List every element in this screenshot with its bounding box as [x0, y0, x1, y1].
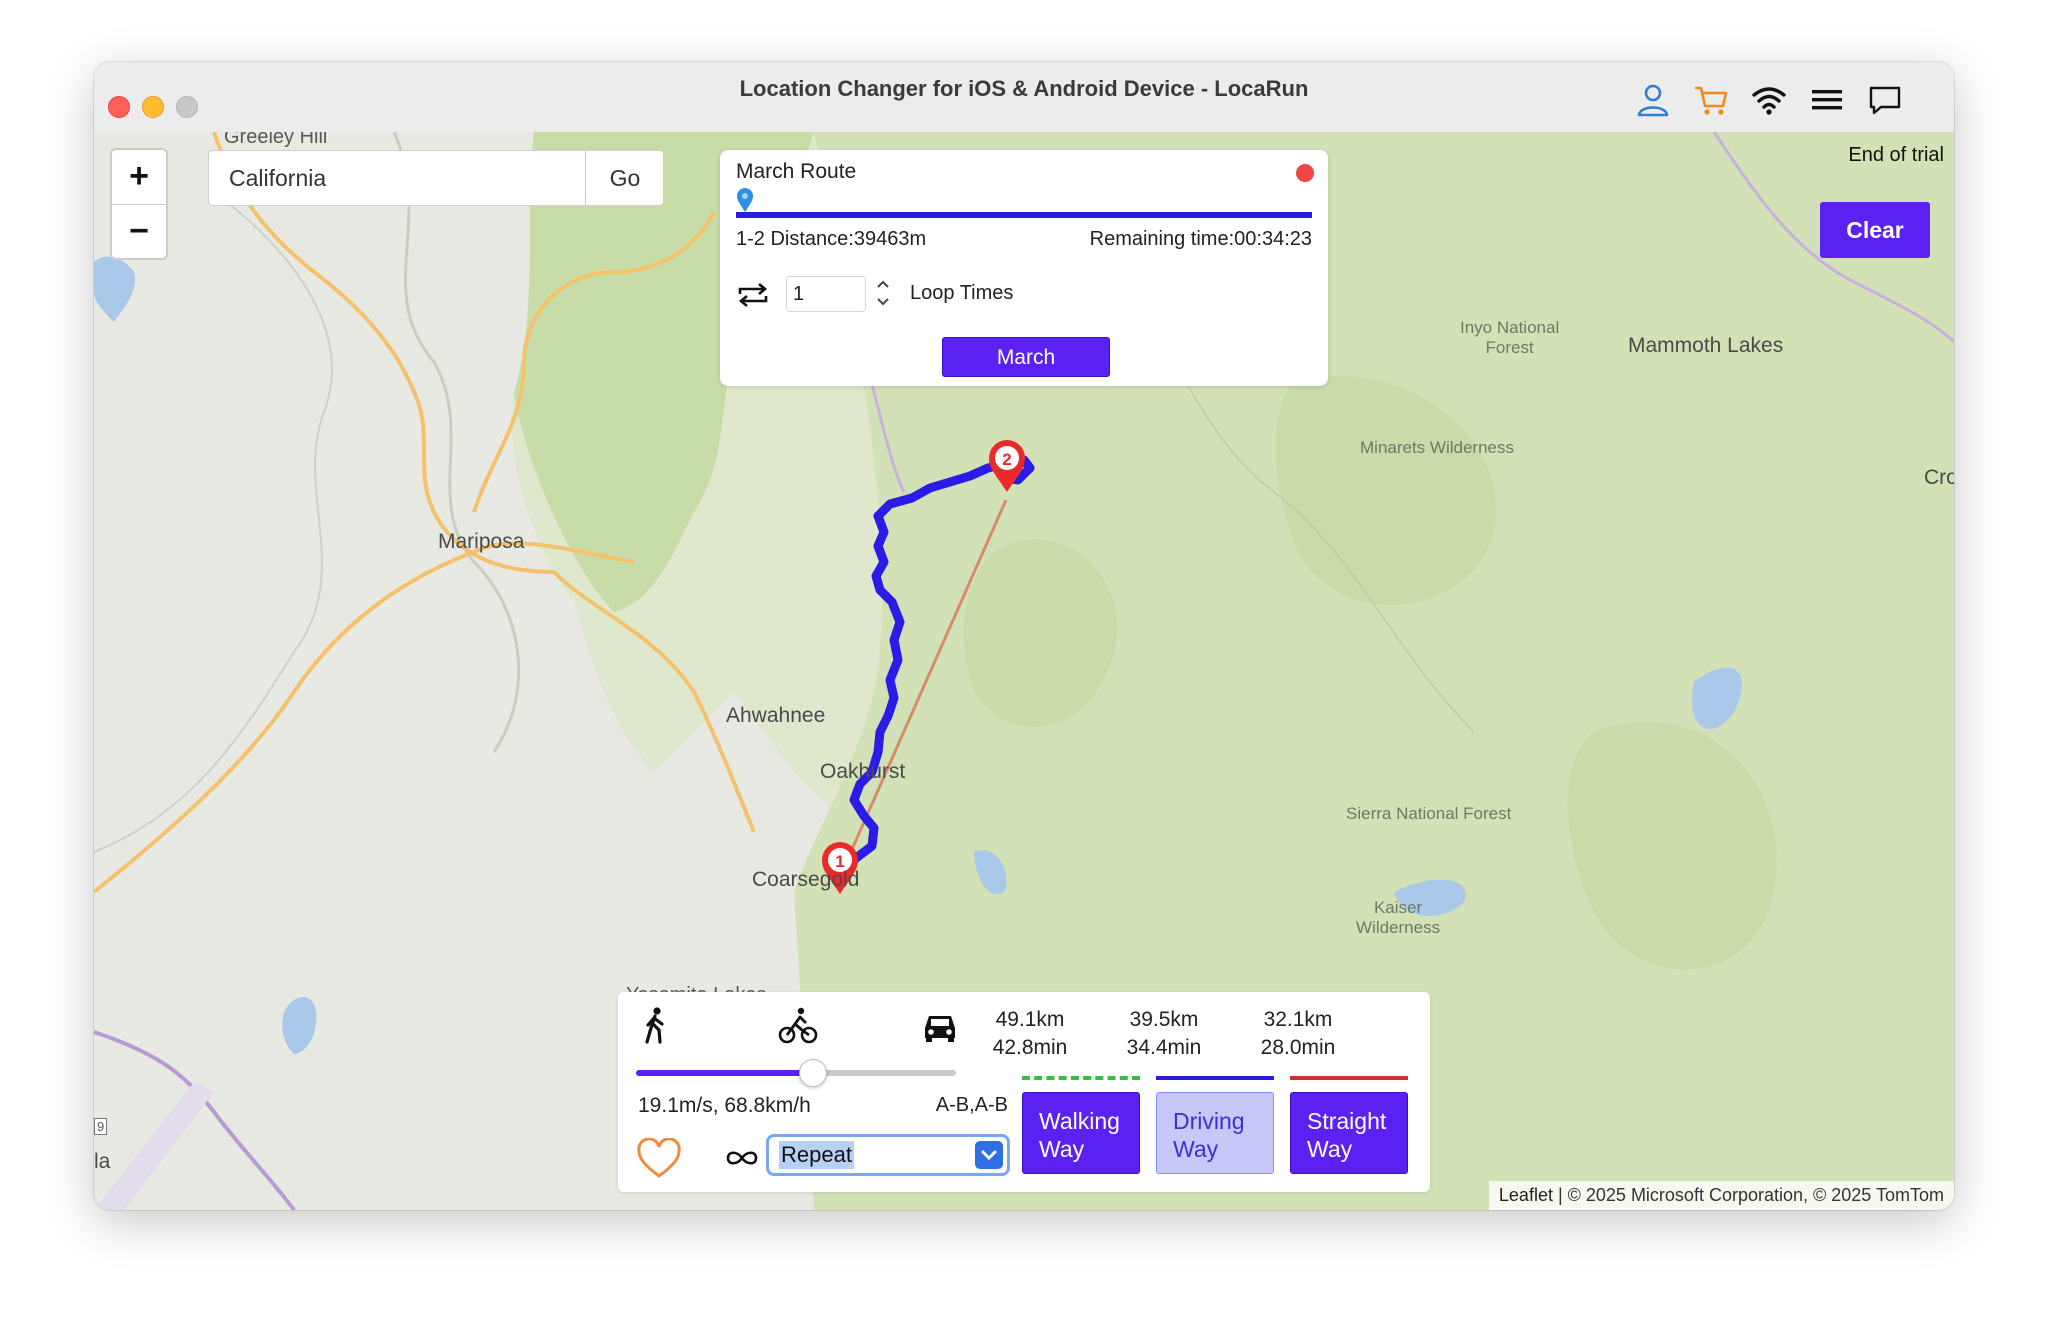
route-panel-title: March Route: [736, 160, 857, 183]
zoom-out-button[interactable]: −: [112, 205, 166, 258]
title-bar: Location Changer for iOS & Android Devic…: [94, 62, 1954, 133]
straight-route-legend-line: [1290, 1076, 1408, 1080]
loop-times-stepper[interactable]: [872, 274, 894, 312]
record-indicator-icon: [1296, 164, 1314, 182]
remaining-time: Remaining time:00:34:23: [1089, 228, 1312, 250]
wifi-icon[interactable]: [1750, 82, 1788, 118]
map-label-sierra-forest: Sierra National Forest: [1346, 804, 1512, 823]
map-label-mariposa: Mariposa: [438, 530, 525, 553]
loop-times-input[interactable]: [786, 276, 866, 312]
walking-way-label-2: Way: [1039, 1136, 1085, 1162]
location-search: Go: [208, 150, 664, 206]
route-pattern: A-B,A-B: [935, 1094, 1008, 1116]
driving-route-distance: 39.5km: [1129, 1008, 1199, 1031]
speed-slider[interactable]: [636, 1059, 956, 1087]
straight-way-label-1: Straight: [1307, 1108, 1387, 1134]
clear-button[interactable]: Clear: [1820, 202, 1930, 258]
driving-way-label-1: Driving: [1173, 1108, 1245, 1134]
leaflet-link[interactable]: Leaflet: [1499, 1185, 1553, 1205]
map-route-shield: 9: [94, 1118, 108, 1135]
straight-way-button[interactable]: Straight Way: [1290, 1092, 1408, 1174]
heart-icon[interactable]: [636, 1137, 682, 1180]
map-attribution: Leaflet | © 2025 Microsoft Corporation, …: [1488, 1181, 1954, 1210]
repeat-mode-select[interactable]: Repeat: [766, 1134, 1010, 1176]
map-label-minarets: Minarets Wilderness: [1360, 438, 1514, 457]
map-label-coarsegold: Coarsegold: [752, 868, 860, 891]
attribution-text: | © 2025 Microsoft Corporation, © 2025 T…: [1552, 1185, 1944, 1205]
map-label-mammoth-lakes: Mammoth Lakes: [1628, 334, 1784, 357]
map-label-la: la: [94, 1150, 111, 1173]
map-label-inyo-forest: Inyo National Forest: [1460, 318, 1560, 357]
driving-way-label-2: Way: [1173, 1136, 1219, 1162]
driving-route-legend-line: [1156, 1076, 1274, 1080]
movement-panel: 19.1m/s, 68.8km/h A-B,A-B Repeat 49.1km …: [618, 992, 1430, 1192]
app-window: Location Changer for iOS & Android Devic…: [94, 62, 1954, 1210]
map-label-oakhurst: Oakhurst: [820, 760, 906, 783]
bike-icon[interactable]: [778, 1006, 818, 1046]
chevron-down-icon[interactable]: [975, 1141, 1003, 1169]
map-view[interactable]: 1 2 Greeley Hill Mariposa Ahwahnee Oakhu…: [94, 132, 1954, 1210]
chat-icon[interactable]: [1866, 82, 1904, 118]
route-progress-bar: [736, 212, 1312, 218]
loop-times-label: Loop Times: [910, 282, 1014, 304]
walking-way-label-1: Walking: [1039, 1108, 1120, 1134]
straight-route-distance: 32.1km: [1263, 1008, 1333, 1031]
route-marker-2-label: 2: [1002, 450, 1011, 469]
walk-icon[interactable]: [636, 1006, 676, 1046]
map-label-ahwahnee: Ahwahnee: [726, 704, 826, 727]
zoom-control: + −: [110, 148, 168, 260]
walking-way-button[interactable]: Walking Way: [1022, 1092, 1140, 1174]
loop-icon: [736, 280, 770, 310]
search-go-button[interactable]: Go: [585, 151, 664, 205]
route-distance: 1-2 Distance:39463m: [736, 228, 927, 250]
progress-pin-icon: [736, 188, 754, 212]
user-icon[interactable]: [1634, 82, 1672, 118]
window-title: Location Changer for iOS & Android Devic…: [739, 76, 1309, 101]
speed-slider-thumb[interactable]: [799, 1059, 827, 1087]
driving-route-stats: 39.5km 34.4min: [1104, 1006, 1224, 1062]
search-input[interactable]: [209, 151, 585, 205]
menu-icon[interactable]: [1808, 82, 1846, 118]
walking-route-stats: 49.1km 42.8min: [970, 1006, 1090, 1062]
driving-route-time: 34.4min: [1126, 1036, 1202, 1059]
map-label-greeley-hill: Greeley Hill: [224, 132, 328, 148]
straight-way-label-2: Way: [1307, 1136, 1353, 1162]
map-label-kaiser: Kaiser Wilderness: [1356, 898, 1441, 937]
straight-route-time: 28.0min: [1260, 1036, 1336, 1059]
zoom-in-button[interactable]: +: [112, 150, 166, 205]
car-icon[interactable]: [920, 1006, 960, 1046]
speed-readout: 19.1m/s, 68.8km/h: [638, 1094, 811, 1117]
trial-status: End of trial: [1848, 144, 1944, 166]
repeat-mode-value: Repeat: [779, 1141, 854, 1169]
march-route-panel: March Route 1-2 Distance:39463m Remainin…: [720, 150, 1328, 386]
march-button[interactable]: March: [942, 337, 1110, 377]
map-label-cro: Cro: [1924, 466, 1954, 489]
driving-way-button[interactable]: Driving Way: [1156, 1092, 1274, 1174]
walking-route-time: 42.8min: [992, 1036, 1068, 1059]
speed-slider-fill: [636, 1070, 812, 1076]
walking-route-legend-line: [1022, 1076, 1140, 1080]
straight-route-stats: 32.1km 28.0min: [1238, 1006, 1358, 1062]
walking-route-distance: 49.1km: [995, 1008, 1065, 1031]
cart-icon[interactable]: [1692, 82, 1730, 118]
infinity-icon: [724, 1144, 760, 1172]
